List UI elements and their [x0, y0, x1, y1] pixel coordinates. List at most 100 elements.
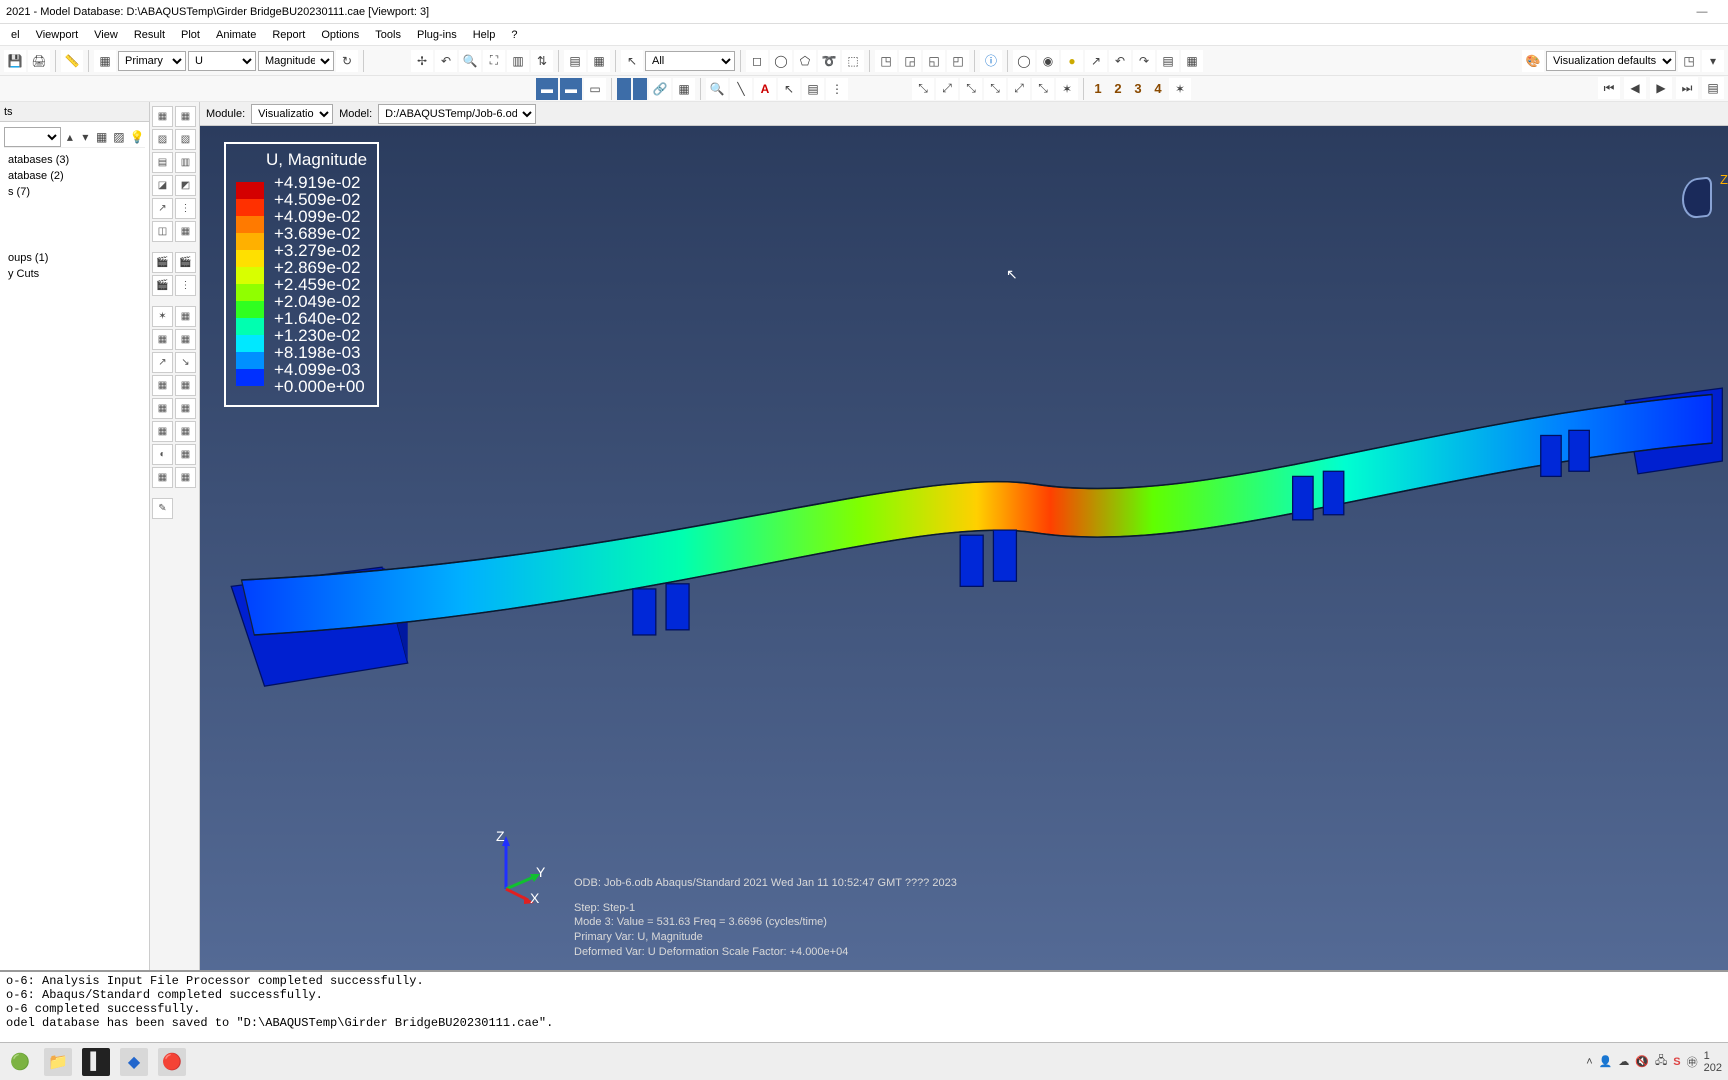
palette-button[interactable]: ▦	[175, 467, 196, 488]
redo2-icon[interactable]: ↷	[1133, 50, 1155, 72]
iso1-icon[interactable]: ◳	[875, 50, 897, 72]
tray-lang-icon[interactable]: ㊥	[1687, 1054, 1698, 1070]
palette-button[interactable]: ⋮	[175, 198, 196, 219]
palette-button[interactable]: ✎	[152, 498, 173, 519]
shaded-plot2-icon[interactable]: ▬	[560, 78, 582, 100]
first-frame-button[interactable]: ⏮	[1598, 77, 1620, 99]
measure-icon[interactable]: 📏	[61, 50, 83, 72]
query-icon[interactable]: 🔍	[706, 78, 728, 100]
options-icon[interactable]: ⋮	[826, 78, 848, 100]
tree-node[interactable]: atabases (3)	[4, 152, 145, 168]
lasso-select-icon[interactable]: ➰	[818, 50, 840, 72]
tree-filter-select[interactable]	[4, 127, 61, 147]
palette-button[interactable]: ✶	[152, 306, 173, 327]
visualization-context-select[interactable]: Visualization defaults	[1546, 51, 1676, 71]
menu-help[interactable]: Help	[466, 27, 503, 43]
annotation-icon[interactable]: A	[754, 78, 776, 100]
tray-user-icon[interactable]: 👤	[1599, 1055, 1613, 1068]
iso3-icon[interactable]: ◱	[923, 50, 945, 72]
palette-button[interactable]: ▦	[152, 421, 173, 442]
variable-type-select[interactable]: Primary	[118, 51, 186, 71]
menu-viewport[interactable]: Viewport	[29, 27, 86, 43]
tree-down-icon[interactable]: ▾	[79, 129, 91, 145]
menu-tools[interactable]: Tools	[368, 27, 408, 43]
taskbar-explorer-icon[interactable]: 📁	[44, 1048, 72, 1076]
palette-button[interactable]: ▦	[152, 375, 173, 396]
poly-select-icon[interactable]: ⬠	[794, 50, 816, 72]
viewport[interactable]: U, Magnitude +4.919e-02+4.509e-02+4.099e…	[200, 126, 1728, 970]
print-icon[interactable]: 🖨	[28, 50, 50, 72]
xyz3-icon[interactable]: ⤡	[960, 78, 982, 100]
iso2-icon[interactable]: ◲	[899, 50, 921, 72]
invariant-select[interactable]: Magnitude	[258, 51, 334, 71]
info-icon[interactable]: ⓘ	[980, 50, 1002, 72]
menu-result[interactable]: Result	[127, 27, 172, 43]
xyz1-icon[interactable]: ⤡	[912, 78, 934, 100]
edit-arrow-icon[interactable]: ↗	[1085, 50, 1107, 72]
menu-plugins[interactable]: Plug-ins	[410, 27, 464, 43]
rect-select-icon[interactable]: ◻	[746, 50, 768, 72]
star-icon[interactable]: ✶	[1169, 78, 1191, 100]
tree-node[interactable]: y Cuts	[4, 266, 145, 282]
refresh-icon[interactable]: ↻	[336, 50, 358, 72]
cursor2-icon[interactable]: ↖	[778, 78, 800, 100]
taskbar-terminal-icon[interactable]: ▌	[82, 1048, 110, 1076]
tray-clock[interactable]: 1202	[1704, 1050, 1722, 1074]
palette-button[interactable]: ↘	[175, 352, 196, 373]
palette-button[interactable]: ▦	[175, 329, 196, 350]
palette-button[interactable]: ◐	[152, 444, 173, 465]
extra-icon[interactable]: ▦	[1181, 50, 1203, 72]
menu-plot[interactable]: Plot	[174, 27, 207, 43]
view4-button[interactable]: 4	[1149, 79, 1167, 99]
palette-button[interactable]: ▦	[175, 421, 196, 442]
variable-select[interactable]: U	[188, 51, 256, 71]
palette-button[interactable]: ◫	[152, 221, 173, 242]
tray-net-icon[interactable]: 🖧	[1655, 1052, 1667, 1071]
palette-button[interactable]: ▦	[175, 306, 196, 327]
select-elem-icon[interactable]: ▦	[588, 50, 610, 72]
bar2-icon[interactable]	[633, 78, 647, 100]
tray-volume-icon[interactable]: 🔇	[1635, 1055, 1649, 1068]
menu-about[interactable]: ?	[504, 27, 524, 43]
tree-node[interactable]: s (7)	[4, 184, 145, 200]
palette-button[interactable]: 🎬	[152, 275, 173, 296]
menu-view[interactable]: View	[87, 27, 125, 43]
table-icon[interactable]: ▤	[802, 78, 824, 100]
link-icon[interactable]: 🔗	[649, 78, 671, 100]
tray-up-icon[interactable]: ˄	[1586, 1056, 1592, 1068]
module-select[interactable]: Visualization	[251, 104, 333, 124]
palette-button[interactable]: ▨	[152, 129, 173, 150]
xyz4-icon[interactable]: ⤡	[984, 78, 1006, 100]
shaded-plot-icon[interactable]: ▬	[536, 78, 558, 100]
undo2-icon[interactable]: ↶	[1109, 50, 1131, 72]
palette-button[interactable]: ▥	[175, 152, 196, 173]
fit-icon[interactable]: ⛶	[483, 50, 505, 72]
palette-button[interactable]: ▦	[175, 106, 196, 127]
palette-button[interactable]: ▧	[175, 129, 196, 150]
menu-options[interactable]: Options	[314, 27, 366, 43]
xyz6-icon[interactable]: ⤡	[1032, 78, 1054, 100]
box3d-icon[interactable]: ⬚	[842, 50, 864, 72]
tree-up-icon[interactable]: ▴	[64, 129, 76, 145]
undo-icon[interactable]: ↶	[435, 50, 457, 72]
palette-button[interactable]: ▦	[175, 398, 196, 419]
layout-icon[interactable]: ▥	[507, 50, 529, 72]
circ2-icon[interactable]: ◉	[1037, 50, 1059, 72]
tree-bulb-icon[interactable]: 💡	[129, 129, 145, 145]
chevron-down-icon[interactable]: ▾	[1702, 50, 1724, 72]
tree-node[interactable]: atabase (2)	[4, 168, 145, 184]
arrow-icon[interactable]: ↖	[621, 50, 643, 72]
menu-report[interactable]: Report	[265, 27, 312, 43]
next-frame-button[interactable]: ▶	[1650, 77, 1672, 99]
circ1-icon[interactable]: ◯	[1013, 50, 1035, 72]
message-area[interactable]: o-6: Analysis Input File Processor compl…	[0, 970, 1728, 1042]
sort-icon[interactable]: ⇅	[531, 50, 553, 72]
plus-icon[interactable]: ✢	[411, 50, 433, 72]
grid-icon[interactable]: ▦	[673, 78, 695, 100]
last-frame-button[interactable]: ⏭	[1676, 77, 1698, 99]
tree-cfg1-icon[interactable]: ▦	[95, 129, 109, 145]
palette-button[interactable]: ▤	[152, 152, 173, 173]
minimize-button[interactable]: —	[1682, 6, 1722, 18]
palette-button[interactable]: ↗	[152, 352, 173, 373]
save-icon[interactable]: 💾	[4, 50, 26, 72]
